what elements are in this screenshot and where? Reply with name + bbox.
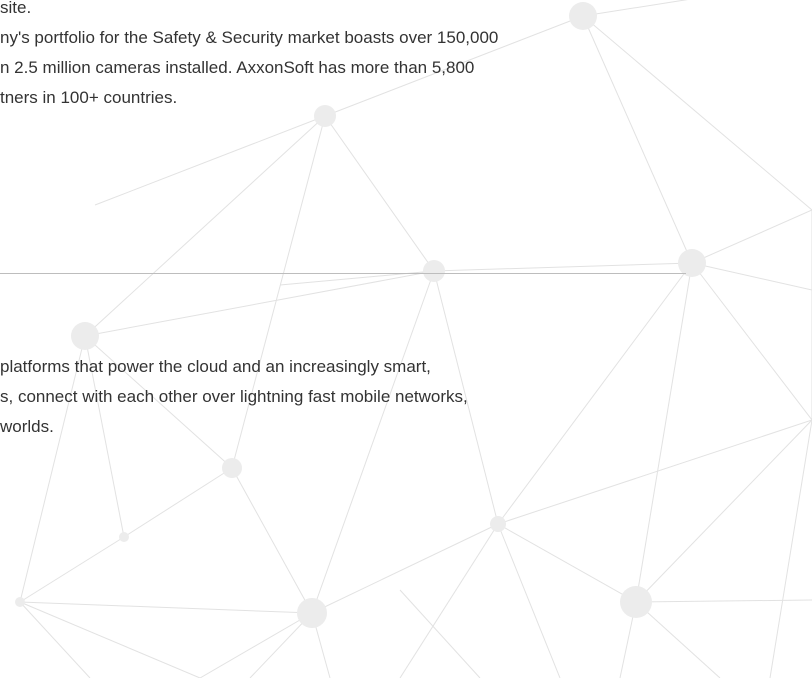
page: site. ny's portfolio for the Safety & Se… [0,0,812,678]
company-portfolio-paragraph: site. ny's portfolio for the Safety & Se… [0,0,498,113]
paragraph-line: worlds. [0,417,54,436]
paragraph-line: site. [0,0,32,17]
paragraph-line: platforms that power the cloud and an in… [0,357,431,376]
paragraph-line: tners in 100+ countries. [0,88,178,107]
section-divider [0,273,686,274]
paragraph-line: ny's portfolio for the Safety & Security… [0,28,499,47]
platforms-paragraph: platforms that power the cloud and an in… [0,352,468,442]
paragraph-line: n 2.5 million cameras installed. AxxonSo… [0,58,475,77]
paragraph-line: s, connect with each other over lightnin… [0,387,468,406]
